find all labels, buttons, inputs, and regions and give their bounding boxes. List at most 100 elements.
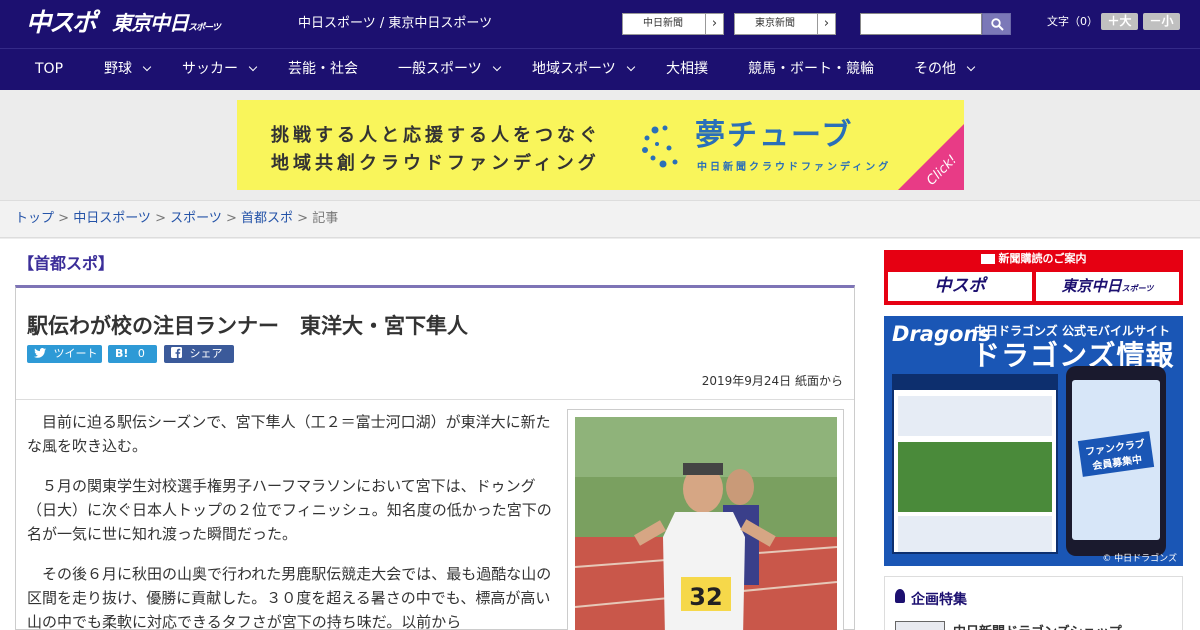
nav-baseball[interactable]: 野球 [104,49,152,91]
article: 駅伝わが校の注目ランナー 東洋大・宮下隼人 ツイート B! 0 シェア 6 20… [15,285,855,630]
article-photo: 32 [575,417,837,630]
hatena-count: 0 [137,347,145,360]
chuspo-logo[interactable]: 中スポ [26,6,97,40]
tweet-label: ツイート [53,347,98,360]
nav-entertainment[interactable]: 芸能・社会 [288,49,358,91]
subscribe-chuspo-button[interactable]: 中スポ [888,272,1032,301]
font-size-label: 文字（0） [1047,15,1098,28]
nav-others-label: その他 [914,61,956,77]
photo-bib-number: 32 [689,583,722,611]
search-icon [991,18,1004,31]
special-features-box: 企画特集 中日新聞ドラゴンズショップ [884,576,1183,630]
category-heading: 【首都スポ】 [18,254,115,273]
tokyo-logo-text: 東京中日 [112,11,189,35]
subscription-header: 新聞購読のご案内 [884,250,1183,268]
banner-brand: 夢チューブ [695,118,854,153]
facebook-share-label: シェア [189,347,223,360]
nav-sumo-label: 大相撲 [666,61,708,77]
chevron-right-icon: › [705,14,723,34]
breadcrumb: トップ > 中日スポーツ > スポーツ > 首都スポ > 記事 [0,200,1200,238]
tokyo-logo-suffix: スポーツ [188,23,221,33]
font-larger-button[interactable]: ＋大 [1101,13,1138,30]
facebook-share-button[interactable]: シェア 6 [164,345,234,378]
main-nav: TOP 野球 サッカー 芸能・社会 一般スポーツ 地域スポーツ 大相撲 競馬・ボ… [0,48,1200,90]
banner-brand-sub: 中日新聞クラウドファンディング [697,162,892,173]
site-name: 中日スポーツ / 東京中日スポーツ [298,16,493,31]
banner-area: 挑戦する人と応援する人をつなぐ 地域共創クラウドファンディング 夢チューブ 中日… [0,90,1200,200]
chunichi-shimbun-label: 中日新聞 [643,18,683,29]
tokyo-chunichi-logo[interactable]: 東京中日スポーツ [112,8,221,43]
nav-regional-sports-label: 地域スポーツ [532,61,616,77]
article-date: 2019年9月24日 紙面から [701,374,843,388]
chevron-down-icon [492,62,501,72]
dream-tube-dots-icon [642,125,678,168]
hatena-bookmark-button[interactable]: B! 0 [108,345,157,363]
nav-soccer[interactable]: サッカー [182,49,258,91]
nav-entertainment-label: 芸能・社会 [288,61,358,77]
article-title: 駅伝わが校の注目ランナー 東洋大・宮下隼人 [27,314,468,338]
special-feature-thumb[interactable] [895,621,945,630]
breadcrumb-top[interactable]: トップ [15,211,54,226]
dragons-copyright: © 中日ドラゴンズ [1102,554,1177,564]
article-photo-frame[interactable]: 32 [567,409,844,630]
nav-racing[interactable]: 競馬・ボート・競輪 [748,49,874,91]
subscribe-tokyo-chunichi-button[interactable]: 東京中日スポーツ [1036,272,1179,301]
crowdfunding-banner[interactable]: 挑戦する人と応援する人をつなぐ 地域共創クラウドファンディング 夢チューブ 中日… [237,100,964,190]
nav-racing-label: 競馬・ボート・競輪 [748,61,874,77]
search-button[interactable] [982,13,1011,35]
article-paragraph: その後６月に秋田の山奥で行われた男鹿駅伝競走大会では、最も過酷な山の区間を走り抜… [27,565,552,630]
search-input[interactable] [860,13,982,35]
dragons-mobile-ad[interactable]: Dragons 中日ドラゴンズ 公式モバイルサイト ドラゴンズ情報 ファンクラブ… [884,316,1183,566]
breadcrumb-separator: > [54,211,74,226]
subscription-header-text: 新聞購読のご案内 [998,252,1087,265]
twitter-icon [34,348,46,358]
facebook-icon [171,347,182,358]
banner-line1: 挑戦する人と応援する人をつなぐ [271,125,601,146]
article-divider [16,399,854,400]
nav-general-sports[interactable]: 一般スポーツ [398,49,501,91]
nav-top-label: TOP [35,61,64,77]
chevron-down-icon [626,62,635,72]
nav-regional-sports[interactable]: 地域スポーツ [532,49,635,91]
chevron-down-icon [248,62,258,72]
nav-sumo[interactable]: 大相撲 [666,49,708,91]
nav-others[interactable]: その他 [914,49,976,91]
nav-general-sports-label: 一般スポーツ [398,61,482,77]
chevron-right-icon: › [817,14,835,34]
breadcrumb-separator: > [221,211,242,226]
breadcrumb-shuto-supo[interactable]: 首都スポ [241,211,293,226]
subscribe-tokyo-suffix: スポーツ [1121,284,1154,293]
runner-photo: 32 [575,417,837,630]
subscription-box[interactable]: 新聞購読のご案内 中スポ 東京中日スポーツ [884,250,1183,305]
hatena-icon: B! [115,347,129,360]
tokyo-shimbun-link[interactable]: 東京新聞 › [734,13,836,35]
main-content: 【首都スポ】 駅伝わが校の注目ランナー 東洋大・宮下隼人 ツイート B! 0 シ… [0,239,1200,630]
tokyo-shimbun-label: 東京新聞 [755,18,795,29]
special-feature-item[interactable]: 中日新聞ドラゴンズショップ [953,621,1122,630]
newspaper-icon [980,254,995,264]
breadcrumb-separator: > [293,211,313,226]
nav-soccer-label: サッカー [182,61,238,77]
special-features-title: 企画特集 [911,592,967,608]
facebook-share-count: 6 [175,365,182,378]
font-smaller-button[interactable]: －小 [1143,13,1180,30]
ribbon-icon [895,589,905,603]
chunichi-shimbun-link[interactable]: 中日新聞 › [622,13,724,35]
dragons-game-screen [892,374,1058,554]
breadcrumb-chunichi-sports[interactable]: 中日スポーツ [73,211,151,226]
banner-line2: 地域共創クラウドファンディング [271,153,600,174]
breadcrumb-current: 記事 [312,211,339,226]
article-paragraph: ５月の関東学生対校選手権男子ハーフマラソンにおいて宮下は、ドゥング（日大）に次ぐ… [27,477,552,543]
article-body: 目前に迫る駅伝シーズンで、宮下隼人（工２＝富士河口湖）が東洋大に新たな風を吹き込… [27,410,555,630]
nav-baseball-label: 野球 [104,61,132,77]
breadcrumb-sports[interactable]: スポーツ [170,211,222,226]
subscribe-tokyo-text: 東京中日 [1061,277,1122,295]
top-header: 中スポ 東京中日スポーツ 中日スポーツ / 東京中日スポーツ 中日新聞 › 東京… [0,0,1200,48]
chevron-down-icon [966,62,976,72]
chevron-down-icon [142,62,152,72]
nav-top[interactable]: TOP [35,49,63,91]
tweet-button[interactable]: ツイート [27,345,102,363]
breadcrumb-separator: > [150,211,171,226]
article-paragraph: 目前に迫る駅伝シーズンで、宮下隼人（工２＝富士河口湖）が東洋大に新たな風を吹き込… [27,413,551,455]
phone-mockup: ファンクラブ会員募集中 [1066,366,1166,556]
